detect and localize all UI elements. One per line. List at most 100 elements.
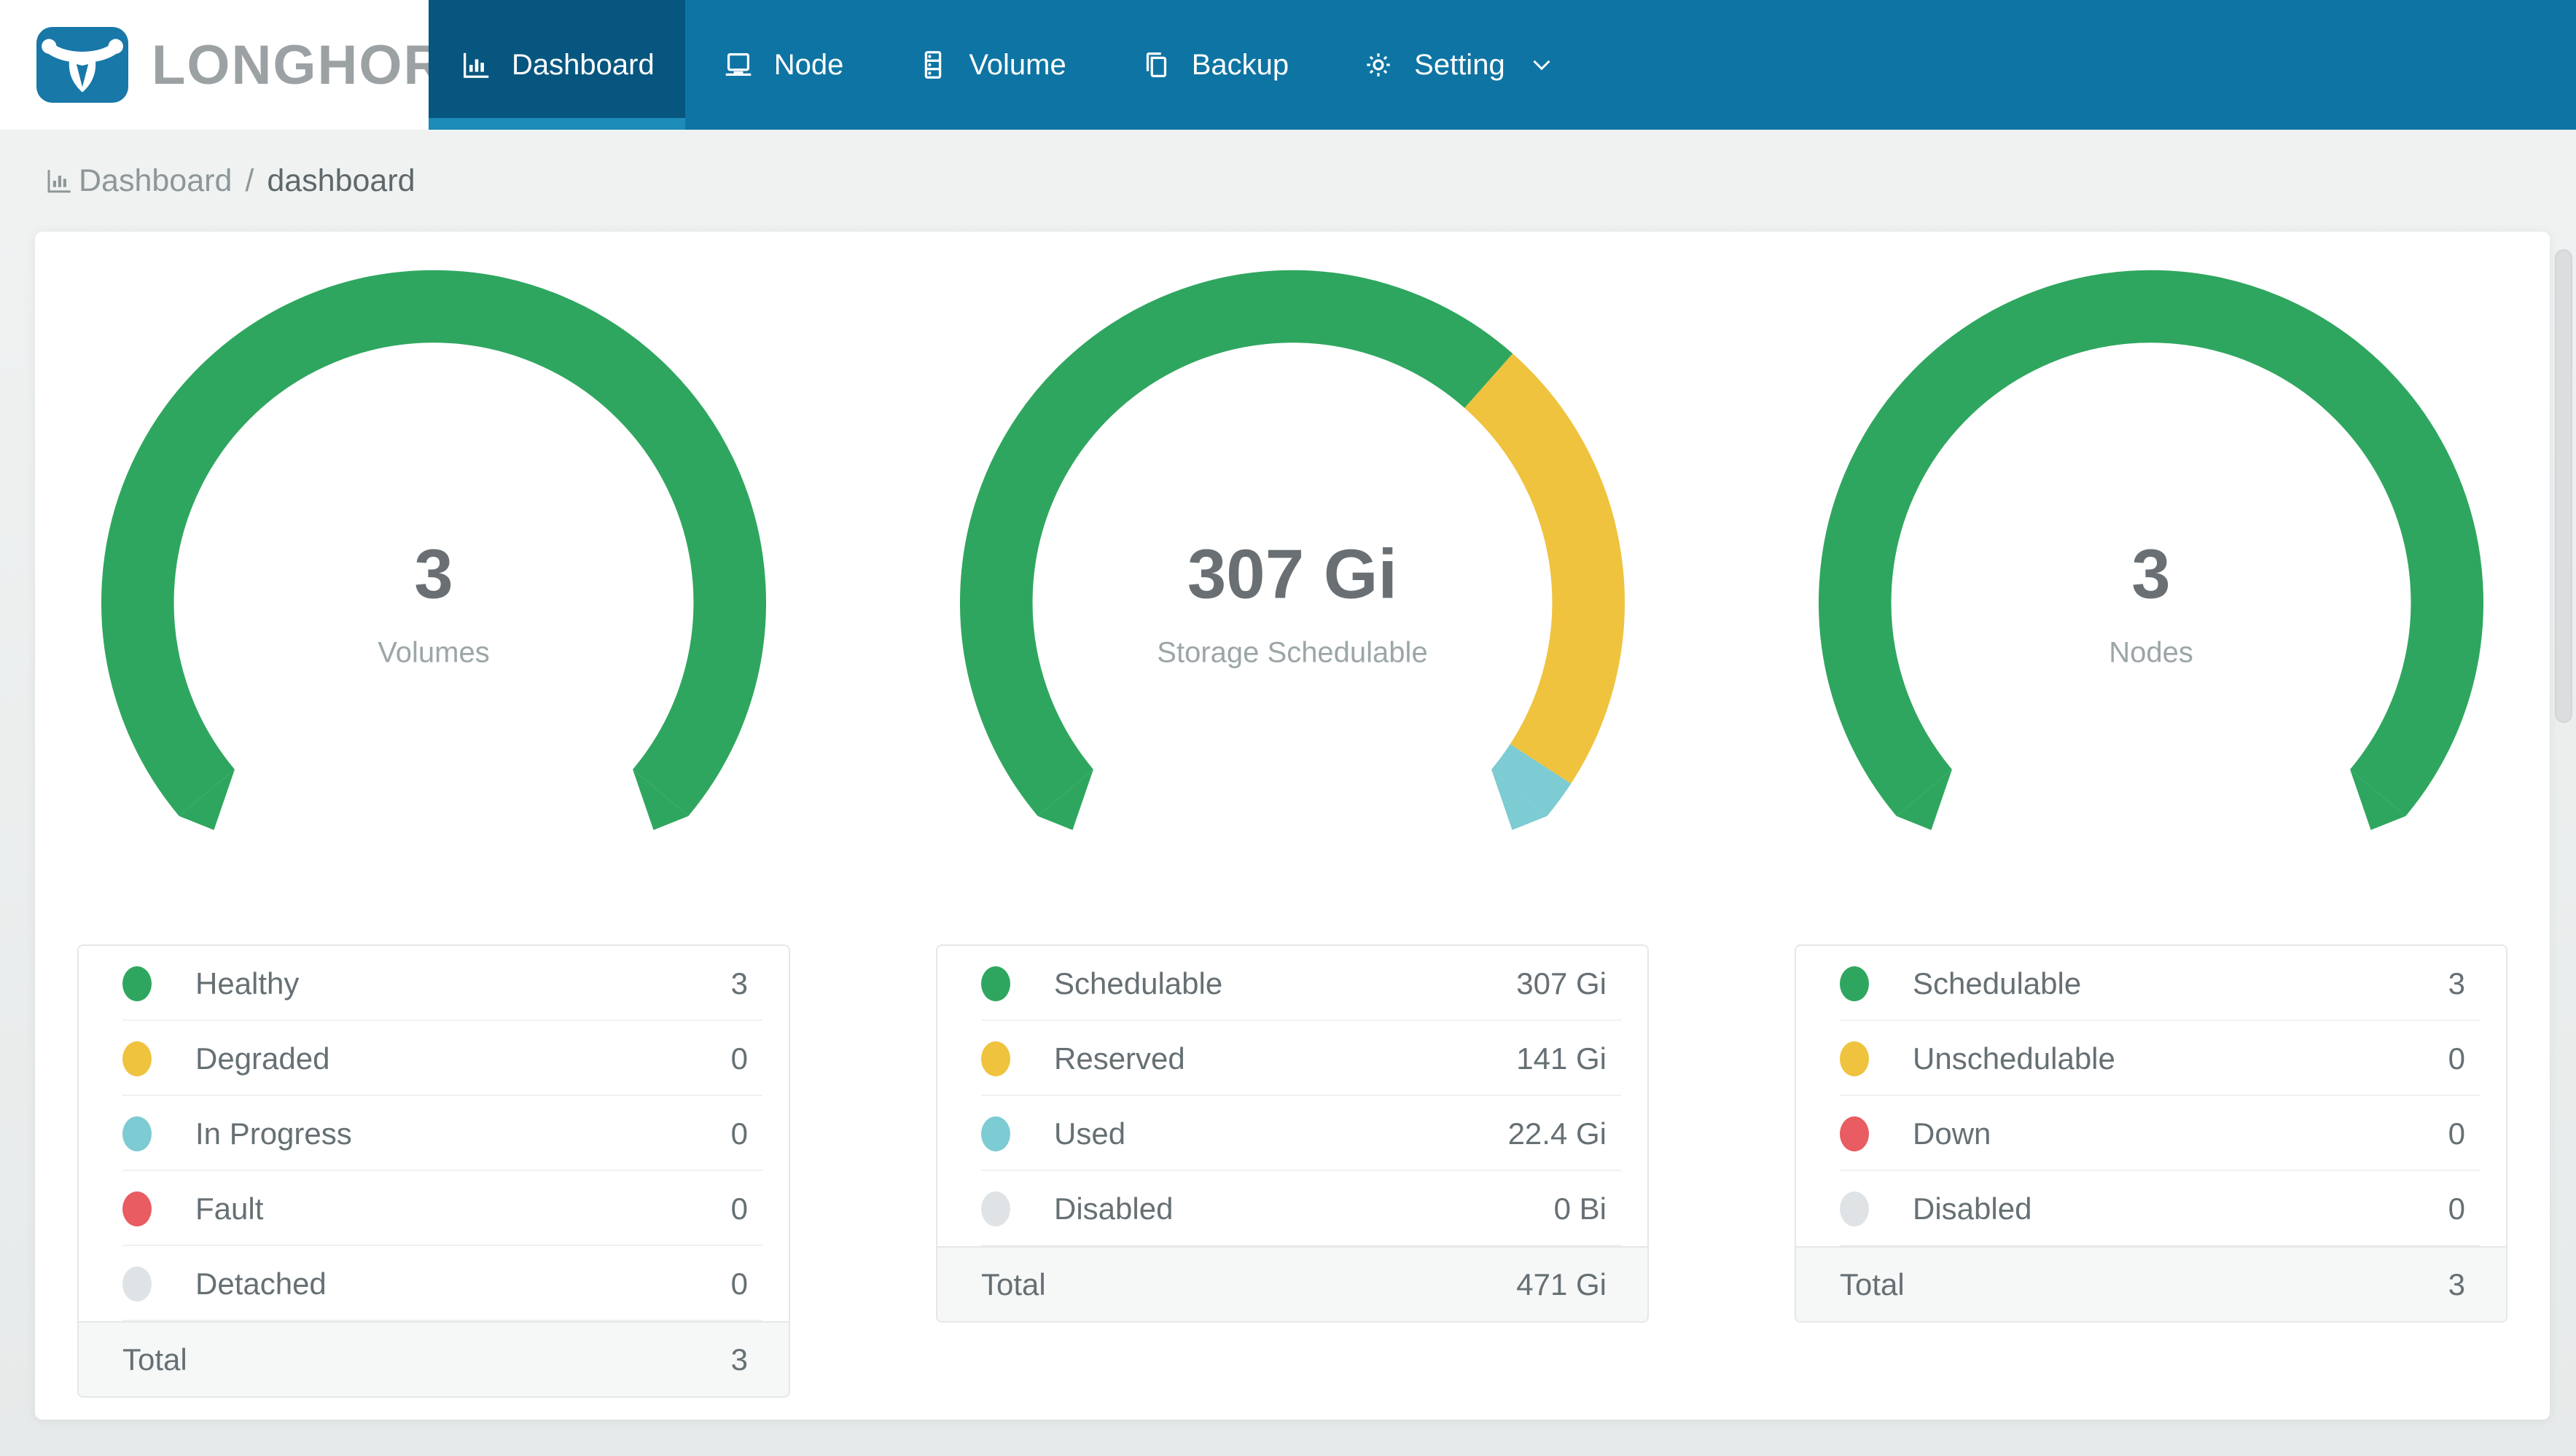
- nodes-label: Nodes: [2109, 636, 2193, 669]
- status-dot: [1840, 1191, 1869, 1226]
- chevron-down-icon: [1529, 52, 1555, 78]
- nav-item-label: Node: [773, 48, 844, 81]
- status-value: 0: [730, 1191, 748, 1226]
- total-label: Total: [1840, 1267, 1905, 1302]
- vertical-scrollbar[interactable]: [2555, 249, 2572, 723]
- status-label: Healthy: [195, 966, 300, 1001]
- server-stack-icon: [916, 48, 950, 82]
- volumes-label: Volumes: [378, 636, 490, 669]
- longhorn-logo[interactable]: LONGHORN: [0, 0, 485, 130]
- status-value: 0: [730, 1041, 748, 1076]
- status-dot: [1840, 1041, 1869, 1076]
- laptop-icon: [722, 48, 755, 82]
- storage-gauge: 307 Gi Storage Schedulable: [959, 268, 1626, 842]
- storage-column: 307 Gi Storage Schedulable Schedulable 3…: [936, 268, 1649, 1398]
- nav-item-backup[interactable]: Backup: [1103, 0, 1325, 130]
- status-value: 141 Gi: [1516, 1041, 1607, 1076]
- total-label: Total: [981, 1267, 1046, 1302]
- gear-icon: [1362, 48, 1395, 82]
- total-value: 471 Gi: [1516, 1267, 1607, 1302]
- status-label: Disabled: [1054, 1191, 1174, 1226]
- total-label: Total: [122, 1342, 187, 1377]
- table-row: Reserved 141 Gi: [937, 1021, 1647, 1096]
- status-dot: [122, 1266, 152, 1302]
- table-row: Down 0: [1796, 1096, 2506, 1171]
- table-total-row: Total 3: [79, 1321, 789, 1396]
- table-row: Used 22.4 Gi: [937, 1096, 1647, 1171]
- bull-icon: [36, 27, 128, 103]
- table-row: Disabled 0: [1796, 1171, 2506, 1246]
- status-value: 0: [730, 1116, 748, 1151]
- status-dot: [1840, 1116, 1869, 1151]
- status-label: Detached: [195, 1266, 327, 1301]
- status-dot: [981, 966, 1010, 1001]
- breadcrumb-section[interactable]: Dashboard: [79, 163, 232, 199]
- storage-legend-table: Schedulable 307 Gi Reserved 141 Gi Used …: [936, 944, 1649, 1323]
- status-label: Unschedulable: [1913, 1041, 2115, 1076]
- nav-item-setting[interactable]: Setting: [1325, 0, 1591, 130]
- nodes-gauge: 3 Nodes: [1817, 268, 2485, 842]
- total-value: 3: [730, 1342, 748, 1377]
- nav-item-label: Volume: [969, 48, 1066, 81]
- breadcrumb: Dashboard / dashboard: [0, 130, 2576, 232]
- nav-item-label: Setting: [1414, 48, 1505, 81]
- status-value: 0: [2448, 1116, 2465, 1151]
- nav-menu: Dashboard Node Volume Backup Setting: [429, 0, 1591, 130]
- volumes-gauge: 3 Volumes: [100, 268, 768, 842]
- total-value: 3: [2448, 1267, 2465, 1302]
- status-label: Fault: [195, 1191, 264, 1226]
- table-row: Schedulable 307 Gi: [937, 946, 1647, 1021]
- volumes-count: 3: [414, 535, 453, 614]
- volumes-column: 3 Volumes Healthy 3 Degraded 0 In Progre…: [77, 268, 790, 1398]
- status-dot: [1840, 966, 1869, 1001]
- status-label: Disabled: [1913, 1191, 2032, 1226]
- nodes-count: 3: [2131, 535, 2171, 614]
- status-label: Degraded: [195, 1041, 330, 1076]
- breadcrumb-separator: /: [245, 163, 254, 198]
- table-row: Detached 0: [79, 1246, 789, 1321]
- status-label: Schedulable: [1054, 966, 1223, 1001]
- status-value: 22.4 Gi: [1507, 1116, 1607, 1151]
- table-total-row: Total 471 Gi: [937, 1246, 1647, 1321]
- nav-item-dashboard[interactable]: Dashboard: [429, 0, 685, 130]
- dashboard-card: 3 Volumes Healthy 3 Degraded 0 In Progre…: [35, 232, 2550, 1420]
- top-navbar: LONGHORN Dashboard Node Volume Backup Se…: [0, 0, 2576, 130]
- nav-item-node[interactable]: Node: [685, 0, 881, 130]
- table-total-row: Total 3: [1796, 1246, 2506, 1321]
- bar-chart-icon: [44, 165, 74, 196]
- volumes-legend-table: Healthy 3 Degraded 0 In Progress 0 Fault…: [77, 944, 790, 1398]
- status-value: 3: [2448, 966, 2465, 1001]
- nav-item-label: Backup: [1191, 48, 1289, 81]
- table-row: Disabled 0 Bi: [937, 1171, 1647, 1246]
- status-dot: [981, 1116, 1010, 1151]
- status-value: 307 Gi: [1516, 966, 1607, 1001]
- status-dot: [122, 1116, 152, 1151]
- status-dot: [981, 1191, 1010, 1226]
- nav-item-volume[interactable]: Volume: [880, 0, 1102, 130]
- table-row: Unschedulable 0: [1796, 1021, 2506, 1096]
- nodes-column: 3 Nodes Schedulable 3 Unschedulable 0 Do…: [1795, 268, 2507, 1398]
- bar-chart-icon: [459, 48, 493, 82]
- nav-item-label: Dashboard: [512, 48, 655, 81]
- table-row: Fault 0: [79, 1171, 789, 1246]
- status-label: Schedulable: [1913, 966, 2082, 1001]
- storage-label: Storage Schedulable: [1157, 636, 1428, 669]
- table-row: In Progress 0: [79, 1096, 789, 1171]
- status-value: 0 Bi: [1553, 1191, 1607, 1226]
- status-dot: [981, 1041, 1010, 1076]
- copy-pages-icon: [1139, 48, 1173, 82]
- status-label: In Progress: [195, 1116, 352, 1151]
- status-label: Used: [1054, 1116, 1126, 1151]
- status-dot: [122, 1191, 152, 1226]
- status-dot: [122, 1041, 152, 1076]
- table-row: Healthy 3: [79, 946, 789, 1021]
- status-value: 3: [730, 966, 748, 1001]
- status-value: 0: [730, 1266, 748, 1301]
- status-value: 0: [2448, 1191, 2465, 1226]
- table-row: Degraded 0: [79, 1021, 789, 1096]
- status-dot: [122, 966, 152, 1001]
- status-label: Down: [1913, 1116, 1991, 1151]
- status-label: Reserved: [1054, 1041, 1185, 1076]
- nodes-legend-table: Schedulable 3 Unschedulable 0 Down 0 Dis…: [1795, 944, 2507, 1323]
- breadcrumb-current-page: dashboard: [267, 163, 415, 198]
